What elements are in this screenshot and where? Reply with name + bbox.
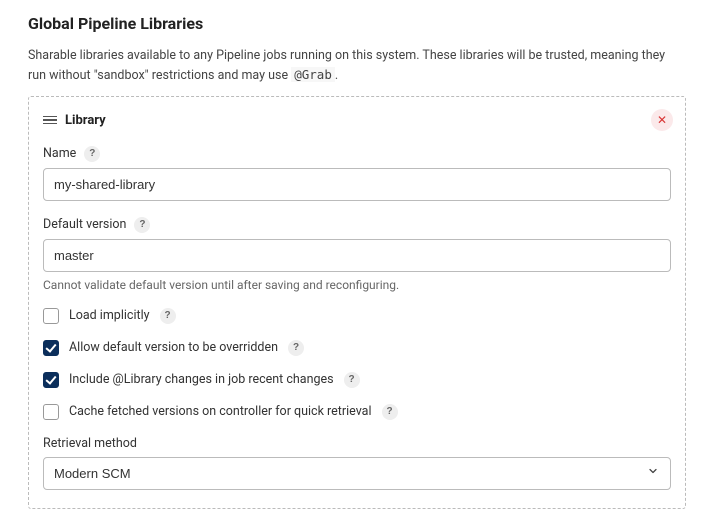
- checkbox[interactable]: [43, 372, 59, 388]
- desc-text-before: Sharable libraries available to any Pipe…: [28, 48, 665, 83]
- help-icon[interactable]: ?: [160, 308, 176, 324]
- help-icon[interactable]: ?: [134, 217, 150, 233]
- default-version-hint: Cannot validate default version until af…: [43, 278, 671, 292]
- checkbox-row: Allow default version to be overridden?: [43, 340, 671, 356]
- checkbox-label: Include @Library changes in job recent c…: [69, 372, 334, 387]
- help-icon[interactable]: ?: [84, 146, 100, 162]
- library-panel: ✕ Library Name ? Default version ? Canno…: [28, 96, 686, 509]
- desc-text-after: .: [335, 68, 338, 83]
- retrieval-method-select[interactable]: Modern SCM: [43, 457, 671, 490]
- library-header: Library: [43, 113, 671, 128]
- name-input[interactable]: [43, 168, 671, 201]
- checkbox-list: Load implicitly?Allow default version to…: [43, 308, 671, 420]
- close-icon[interactable]: ✕: [651, 109, 673, 131]
- default-version-label: Default version: [43, 217, 126, 232]
- retrieval-method-label: Retrieval method: [43, 436, 137, 451]
- help-icon[interactable]: ?: [382, 404, 398, 420]
- retrieval-method-field: Retrieval method Modern SCM: [43, 436, 671, 490]
- help-icon[interactable]: ?: [288, 340, 304, 356]
- checkbox[interactable]: [43, 340, 59, 356]
- checkbox-row: Cache fetched versions on controller for…: [43, 404, 671, 420]
- help-icon[interactable]: ?: [344, 372, 360, 388]
- library-title: Library: [65, 113, 106, 128]
- checkbox-label: Allow default version to be overridden: [69, 340, 278, 355]
- name-label: Name: [43, 146, 76, 161]
- checkbox-label: Load implicitly: [69, 308, 150, 323]
- section-description: Sharable libraries available to any Pipe…: [28, 47, 686, 86]
- drag-handle-icon[interactable]: [43, 116, 57, 125]
- default-version-input[interactable]: [43, 239, 671, 272]
- checkbox-row: Include @Library changes in job recent c…: [43, 372, 671, 388]
- checkbox-row: Load implicitly?: [43, 308, 671, 324]
- checkbox[interactable]: [43, 404, 59, 420]
- checkbox-label: Cache fetched versions on controller for…: [69, 404, 372, 419]
- checkbox[interactable]: [43, 308, 59, 324]
- page-title: Global Pipeline Libraries: [28, 14, 686, 33]
- default-version-field: Default version ? Cannot validate defaul…: [43, 217, 671, 292]
- name-field: Name ?: [43, 146, 671, 201]
- desc-code: @Grab: [291, 67, 335, 82]
